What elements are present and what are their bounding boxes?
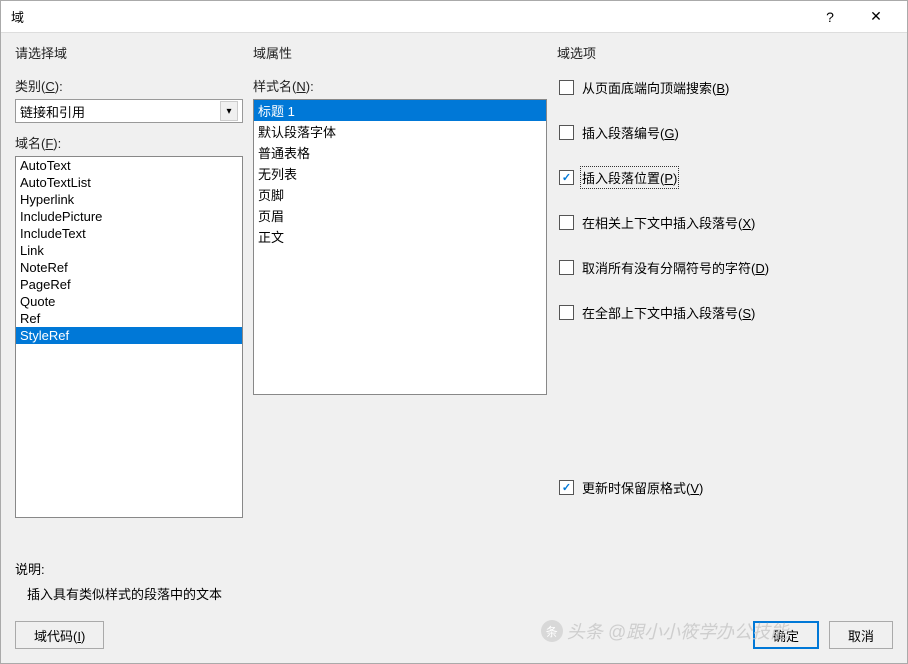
option-label: 插入段落位置(P)	[582, 168, 677, 187]
list-item[interactable]: StyleRef	[16, 327, 242, 344]
option-checkbox[interactable]	[559, 260, 574, 275]
style-listbox[interactable]: 标题 1默认段落字体普通表格无列表页脚页眉正文	[253, 99, 547, 395]
help-button[interactable]: ?	[807, 2, 853, 32]
option-label: 从页面底端向顶端搜索(B)	[582, 78, 729, 97]
titlebar: 域 ? ✕	[1, 1, 907, 33]
field-option[interactable]: 插入段落位置(P)	[557, 168, 893, 187]
field-option[interactable]: 取消所有没有分隔符号的字符(D)	[557, 258, 893, 277]
list-item[interactable]: IncludeText	[16, 225, 242, 242]
list-item[interactable]: 普通表格	[254, 142, 546, 163]
preserve-format-option[interactable]: 更新时保留原格式(V)	[557, 478, 893, 497]
list-item[interactable]: IncludePicture	[16, 208, 242, 225]
ok-button[interactable]: 确定	[753, 621, 819, 649]
list-item[interactable]: 无列表	[254, 163, 546, 184]
list-item[interactable]: 页脚	[254, 184, 546, 205]
field-option[interactable]: 插入段落编号(G)	[557, 123, 893, 142]
select-field-column: 请选择域 类别(C): 链接和引用 ▾ 域名(F): AutoTextAutoT…	[15, 43, 243, 549]
list-item[interactable]: 标题 1	[254, 100, 546, 121]
list-item[interactable]: Link	[16, 242, 242, 259]
list-item[interactable]: AutoText	[16, 157, 242, 174]
field-option[interactable]: 从页面底端向顶端搜索(B)	[557, 78, 893, 97]
field-options-label: 域选项	[557, 43, 893, 62]
list-item[interactable]: NoteRef	[16, 259, 242, 276]
fieldname-label: 域名(F):	[15, 133, 243, 152]
option-checkbox[interactable]	[559, 125, 574, 140]
category-combo[interactable]: 链接和引用 ▾	[15, 99, 243, 123]
list-item[interactable]: 页眉	[254, 205, 546, 226]
field-option[interactable]: 在相关上下文中插入段落号(X)	[557, 213, 893, 232]
fieldname-listbox[interactable]: AutoTextAutoTextListHyperlinkIncludePict…	[15, 156, 243, 518]
list-item[interactable]: Ref	[16, 310, 242, 327]
option-label: 插入段落编号(G)	[582, 123, 679, 142]
list-item[interactable]: PageRef	[16, 276, 242, 293]
category-value: 链接和引用	[20, 102, 220, 121]
option-label: 在相关上下文中插入段落号(X)	[582, 213, 755, 232]
preserve-label: 更新时保留原格式(V)	[582, 478, 703, 497]
dialog-content: 请选择域 类别(C): 链接和引用 ▾ 域名(F): AutoTextAutoT…	[1, 33, 907, 555]
option-checkbox[interactable]	[559, 80, 574, 95]
options-group: 从页面底端向顶端搜索(B) 插入段落编号(G) 插入段落位置(P) 在相关上下文中插入…	[557, 72, 893, 348]
list-item[interactable]: AutoTextList	[16, 174, 242, 191]
list-item[interactable]: Hyperlink	[16, 191, 242, 208]
explain-section: 说明: 插入具有类似样式的段落中的文本	[1, 555, 907, 615]
explain-label: 说明:	[15, 559, 893, 578]
select-field-label: 请选择域	[15, 43, 243, 62]
field-properties-label: 域属性	[253, 43, 547, 62]
preserve-option-wrap: 更新时保留原格式(V)	[557, 478, 893, 523]
preserve-checkbox[interactable]	[559, 480, 574, 495]
option-checkbox[interactable]	[559, 170, 574, 185]
option-checkbox[interactable]	[559, 305, 574, 320]
explain-text: 插入具有类似样式的段落中的文本	[15, 578, 893, 615]
option-label: 取消所有没有分隔符号的字符(D)	[582, 258, 769, 277]
list-item[interactable]: Quote	[16, 293, 242, 310]
dialog-footer: 域代码(I) 确定 取消	[1, 615, 907, 663]
field-dialog: 域 ? ✕ 请选择域 类别(C): 链接和引用 ▾ 域名(F): AutoTex…	[0, 0, 908, 664]
field-option[interactable]: 在全部上下文中插入段落号(S)	[557, 303, 893, 322]
field-options-column: 域选项 从页面底端向顶端搜索(B) 插入段落编号(G) 插入段落位置(P) 在相关上下…	[557, 43, 893, 549]
field-codes-button[interactable]: 域代码(I)	[15, 621, 104, 649]
close-button[interactable]: ✕	[853, 2, 899, 32]
list-item[interactable]: 默认段落字体	[254, 121, 546, 142]
cancel-button[interactable]: 取消	[829, 621, 893, 649]
style-label: 样式名(N):	[253, 76, 547, 95]
category-label: 类别(C):	[15, 76, 243, 95]
chevron-down-icon[interactable]: ▾	[220, 101, 238, 121]
option-checkbox[interactable]	[559, 215, 574, 230]
dialog-title: 域	[11, 7, 807, 26]
option-label: 在全部上下文中插入段落号(S)	[582, 303, 755, 322]
list-item[interactable]: 正文	[254, 226, 546, 247]
field-properties-column: 域属性 样式名(N): 标题 1默认段落字体普通表格无列表页脚页眉正文	[253, 43, 547, 549]
